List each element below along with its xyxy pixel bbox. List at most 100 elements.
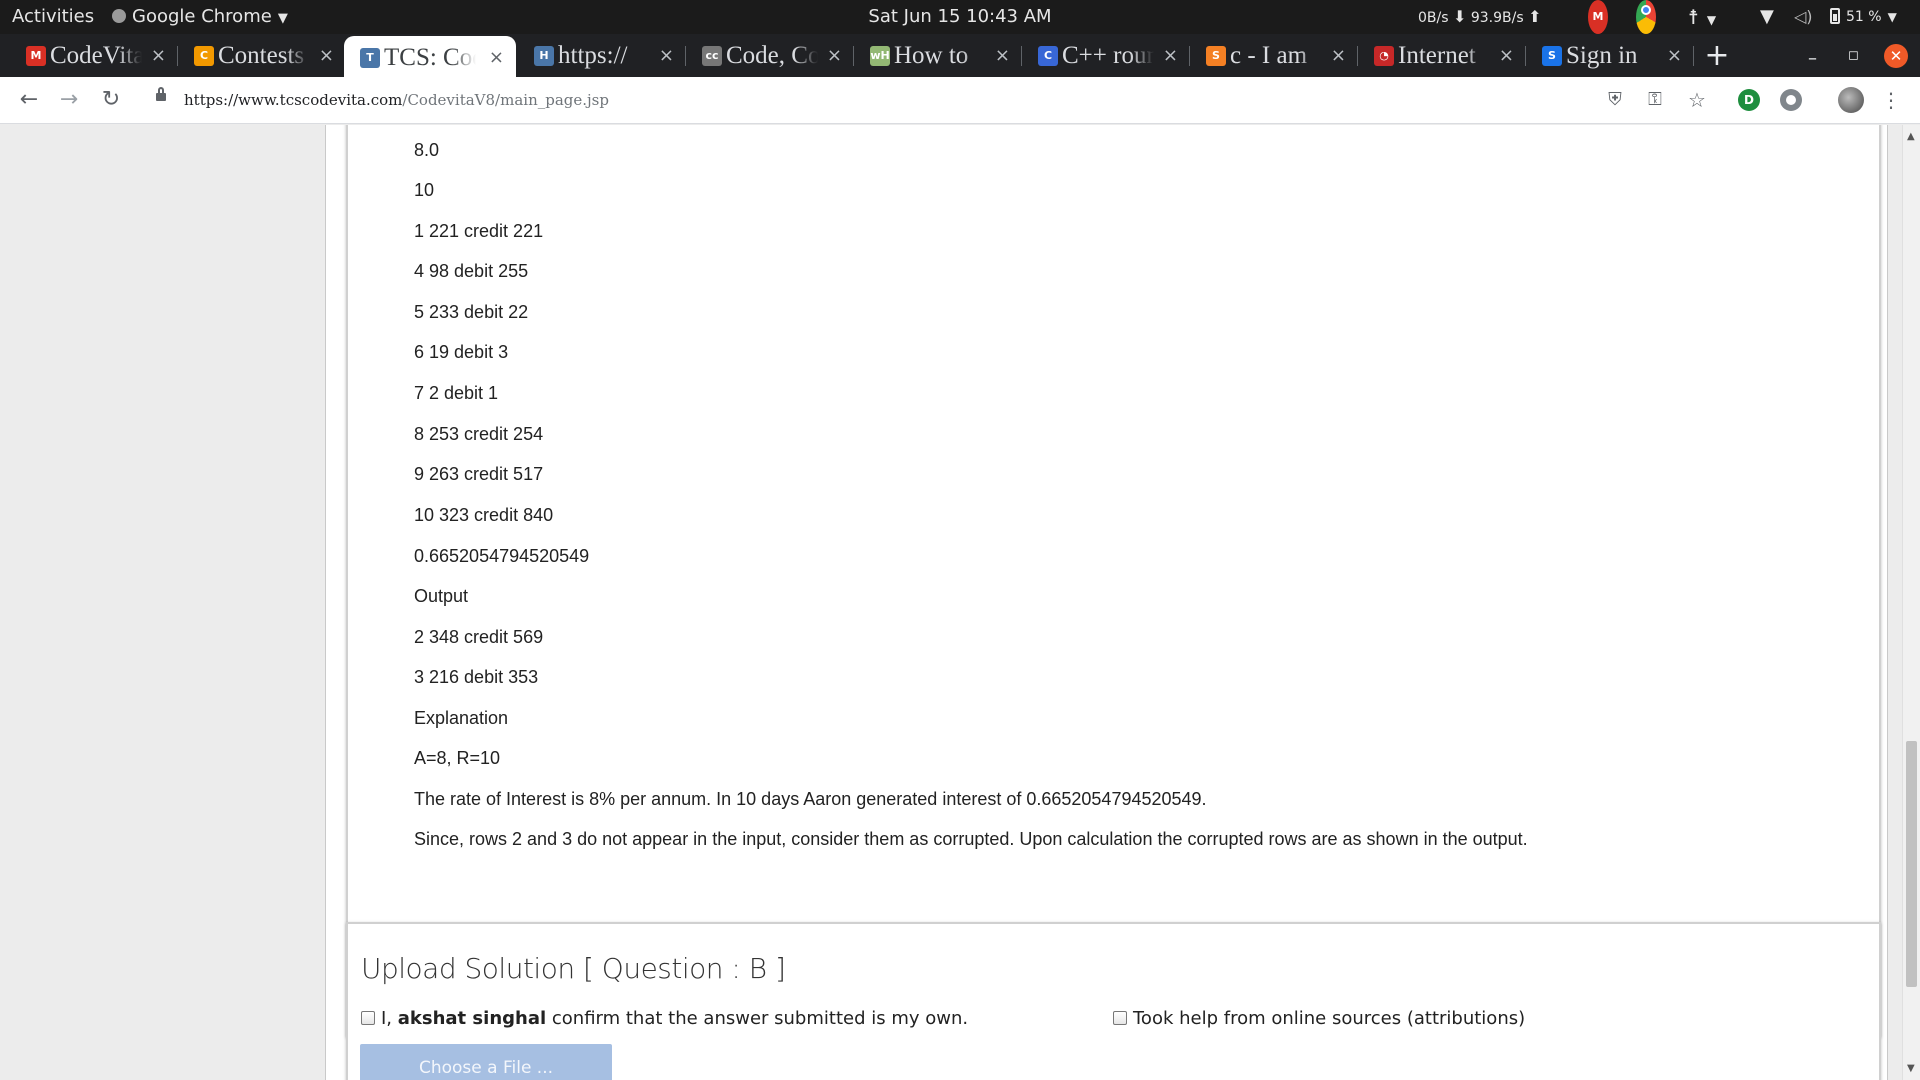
tab-title: C++ round bbox=[1062, 34, 1154, 77]
profile-avatar[interactable] bbox=[1838, 87, 1864, 113]
tab-title: Contests bbox=[218, 34, 310, 77]
tab-title: How to bbox=[894, 34, 986, 77]
extension-gray-icon[interactable] bbox=[1780, 89, 1802, 111]
key-icon[interactable]: ⚿ bbox=[1644, 89, 1666, 111]
tab-title: c - I am bbox=[1230, 34, 1322, 77]
page-icon: H bbox=[534, 46, 554, 66]
net-down-value: 93.9B/s bbox=[1470, 10, 1524, 26]
network-speed: 0B/s ⬇ 93.9B/s ⬆ bbox=[1418, 0, 1542, 34]
battery-percent: 51 % bbox=[1846, 9, 1882, 25]
address-bar[interactable]: https://www.tcscodevita.com/CodevitaV8/m… bbox=[150, 83, 1580, 117]
problem-line: A=8, R=10 bbox=[414, 748, 501, 768]
chrome-indicator-icon[interactable] bbox=[1636, 0, 1656, 34]
tab-3[interactable]: Hhttps://× bbox=[518, 34, 686, 77]
caret-down-icon: ▼ bbox=[1887, 10, 1897, 24]
new-tab-button[interactable]: + bbox=[1702, 34, 1732, 77]
tab-2[interactable]: TTCS: CodeVita × bbox=[344, 36, 516, 79]
net-up-value: 0B/s bbox=[1418, 10, 1449, 26]
tab-9[interactable]: S Sign in × bbox=[1526, 34, 1694, 77]
blocked-shield-icon[interactable]: ⛨ bbox=[1604, 89, 1626, 111]
own-answer-checkbox[interactable] bbox=[361, 1011, 375, 1025]
tab-title: TCS: CodeVita bbox=[384, 36, 476, 79]
gmail-indicator-icon[interactable]: M bbox=[1588, 0, 1608, 34]
problem-statement-panel: 8.0 10 1 221 credit 221 4 98 debit 255 5 233… bbox=[346, 125, 1881, 1037]
tab-strip: MCodeVita×CContests×TTCS: CodeVita×Hhttp… bbox=[0, 34, 1920, 79]
problem-line: Output bbox=[414, 586, 469, 606]
close-icon[interactable]: × bbox=[151, 34, 166, 77]
accessibility-menu[interactable]: ☨ ▼ bbox=[1688, 0, 1716, 34]
browser-toolbar: ← → ↻ https://www.tcscodevita.com/Codevi… bbox=[0, 77, 1920, 124]
tab-1[interactable]: C Contests × bbox=[178, 34, 346, 77]
user-name: akshat singhal bbox=[397, 1008, 547, 1029]
forward-arrow-icon[interactable]: → bbox=[54, 85, 84, 115]
url-text[interactable]: https://www.tcscodevita.com/CodevitaV8/m… bbox=[184, 83, 609, 117]
scroll-up-arrow-icon[interactable]: ▲ bbox=[1907, 131, 1915, 142]
chrome-app-icon bbox=[112, 9, 126, 23]
extension-green-icon[interactable]: D bbox=[1738, 89, 1760, 111]
bookmark-star-icon[interactable]: ☆ bbox=[1686, 89, 1708, 111]
more-menu-icon[interactable]: ⋮ bbox=[1880, 89, 1902, 111]
tab-0[interactable]: M CodeVita × bbox=[10, 34, 178, 77]
cpp-icon: C bbox=[1038, 46, 1058, 66]
close-icon[interactable]: × bbox=[489, 36, 504, 79]
close-icon[interactable]: × bbox=[1163, 34, 1178, 77]
problem-line: 10 bbox=[414, 180, 435, 200]
problem-line: 3 216 debit 353 bbox=[414, 667, 539, 687]
problem-line: Explanation bbox=[414, 708, 509, 728]
page-viewport: 8.0 10 1 221 credit 221 4 98 debit 255 5 233… bbox=[0, 125, 1920, 1080]
problem-line: 6 19 debit 3 bbox=[414, 342, 509, 362]
clock[interactable]: Sat Jun 15 10:43 AM bbox=[0, 0, 1920, 34]
problem-line: Since, rows 2 and 3 do not appear in the… bbox=[414, 829, 1528, 849]
caret-down-icon: ▼ bbox=[277, 11, 288, 26]
close-icon[interactable]: × bbox=[1331, 34, 1346, 77]
own-answer-row: I, akshat singhal confirm that the answe… bbox=[361, 1008, 968, 1029]
scroll-down-arrow-icon[interactable]: ▼ bbox=[1907, 1063, 1915, 1074]
close-icon[interactable]: × bbox=[1499, 34, 1514, 77]
problem-line: 2 348 credit 569 bbox=[414, 627, 544, 647]
wifi-icon[interactable]: ▼ bbox=[1760, 0, 1774, 34]
close-icon[interactable]: × bbox=[1667, 34, 1682, 77]
s-icon: S bbox=[1542, 46, 1562, 66]
lock-icon[interactable] bbox=[156, 87, 166, 101]
window-close-icon[interactable]: ✕ bbox=[1884, 44, 1908, 68]
minimize-icon[interactable]: – bbox=[1808, 48, 1817, 69]
tab-title: CodeVita bbox=[50, 34, 142, 77]
problem-line: 0.6652054794520549 bbox=[414, 546, 590, 566]
close-icon[interactable]: × bbox=[659, 34, 674, 77]
tab-separator bbox=[1693, 46, 1694, 66]
speed-icon: ◔ bbox=[1374, 46, 1394, 66]
caret-down-icon: ▼ bbox=[1706, 13, 1717, 27]
restore-icon[interactable]: ◻ bbox=[1848, 48, 1859, 63]
close-icon[interactable]: × bbox=[827, 34, 842, 77]
problem-line: 8.0 bbox=[414, 140, 440, 160]
tab-4[interactable]: ccCode, Compile× bbox=[686, 34, 854, 77]
tab-6[interactable]: CC++ round× bbox=[1022, 34, 1190, 77]
url-host: https://www.tcscodevita.com bbox=[184, 91, 403, 109]
close-icon[interactable]: × bbox=[995, 34, 1010, 77]
reload-icon[interactable]: ↻ bbox=[96, 85, 126, 115]
app-menu[interactable]: Google Chrome ▼ bbox=[112, 0, 288, 34]
battery-indicator[interactable]: 51 % ▼ bbox=[1830, 0, 1897, 34]
online-help-checkbox[interactable] bbox=[1113, 1011, 1127, 1025]
activities-button[interactable]: Activities bbox=[12, 0, 94, 34]
tab-8[interactable]: ◔ Internet × bbox=[1358, 34, 1526, 77]
choose-file-button[interactable]: Choose a File ... bbox=[360, 1044, 612, 1080]
tcs-icon: T bbox=[360, 48, 380, 68]
online-help-label: Took help from online sources (attributi… bbox=[1133, 1008, 1526, 1029]
accessibility-icon: ☨ bbox=[1688, 5, 1699, 29]
scroll-thumb[interactable] bbox=[1906, 741, 1917, 987]
tab-5[interactable]: wH How to × bbox=[854, 34, 1022, 77]
back-arrow-icon[interactable]: ← bbox=[14, 85, 44, 115]
problem-line: 4 98 debit 255 bbox=[414, 261, 529, 281]
tab-7[interactable]: Sc - I am × bbox=[1190, 34, 1358, 77]
close-icon[interactable]: × bbox=[319, 34, 334, 77]
tab-title: Sign in bbox=[1566, 34, 1658, 77]
gmail-icon: M bbox=[26, 46, 46, 66]
volume-muted-icon[interactable]: ◁) bbox=[1794, 0, 1813, 34]
page-scrollbar[interactable]: ▲ ▼ bbox=[1902, 125, 1920, 1080]
online-help-row: Took help from online sources (attributi… bbox=[1113, 1008, 1525, 1029]
stackoverflow-icon: S bbox=[1206, 46, 1226, 66]
system-top-bar: Activities Google Chrome ▼ Sat Jun 15 10:… bbox=[0, 0, 1920, 34]
wikihow-icon: wH bbox=[870, 46, 890, 66]
tab-title: https:// bbox=[558, 34, 650, 77]
